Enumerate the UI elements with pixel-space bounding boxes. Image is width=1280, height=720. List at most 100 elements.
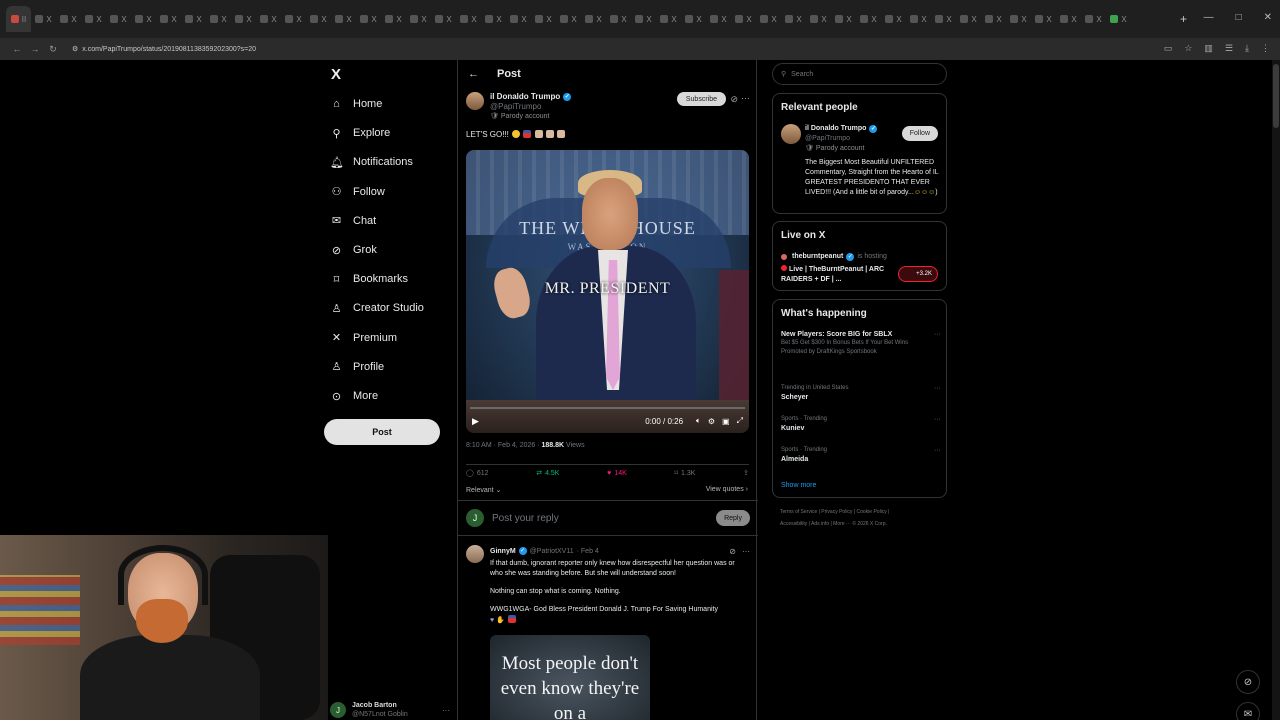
nav-item-follow[interactable]: ⚇ Follow: [330, 182, 385, 202]
browser-tab[interactable]: X: [731, 6, 756, 32]
url-text[interactable]: x.com/PapiTrumpo/status/2019081138359202…: [82, 46, 256, 53]
url-field[interactable]: ⚙ x.com/PapiTrumpo/status/20190811383592…: [72, 45, 256, 54]
comment-handle[interactable]: @PatriotXV11: [530, 548, 574, 555]
browser-tab[interactable]: X: [81, 6, 106, 32]
reply-input[interactable]: Post your reply: [492, 513, 708, 524]
browser-tab[interactable]: X: [806, 6, 831, 32]
play-icon[interactable]: ▶: [472, 416, 479, 427]
grok-floating-button[interactable]: ⊘: [1236, 670, 1260, 694]
trend-item[interactable]: Trending in United States Scheyer ···: [781, 384, 941, 402]
browser-tab[interactable]: X: [131, 6, 156, 32]
sidebar-icon[interactable]: ▥: [1204, 43, 1213, 54]
browser-tab[interactable]: X: [631, 6, 656, 32]
more-icon[interactable]: ···: [934, 330, 941, 339]
live-stream-title[interactable]: Live | TheBurntPeanut | ARC RAIDERS + DF…: [781, 265, 901, 285]
show-more-link[interactable]: Show more: [781, 482, 816, 489]
scrollbar-thumb[interactable]: [1273, 64, 1279, 128]
reply-button[interactable]: ◯ 612: [466, 469, 489, 478]
browser-tab[interactable]: X: [556, 6, 581, 32]
author-handle[interactable]: @PapiTrumpo: [490, 102, 571, 112]
trend-item[interactable]: Sports · Trending Kuniev ···: [781, 415, 941, 433]
browser-tab[interactable]: X: [506, 6, 531, 32]
grok-icon[interactable]: ⊘: [729, 547, 736, 556]
site-info-icon[interactable]: ⚙: [72, 45, 78, 53]
nav-item-explore[interactable]: ⚲ Explore: [330, 123, 390, 143]
star-icon[interactable]: ☆: [1184, 43, 1192, 54]
browser-tab[interactable]: X: [606, 6, 631, 32]
view-quotes-link[interactable]: View quotes ›: [706, 486, 748, 493]
browser-tab[interactable]: X: [381, 6, 406, 32]
x-logo-icon[interactable]: X: [331, 66, 341, 83]
browser-tab[interactable]: X: [256, 6, 281, 32]
browser-tab[interactable]: X: [206, 6, 231, 32]
nav-item-profile[interactable]: ♙ Profile: [330, 357, 385, 377]
follow-button[interactable]: Follow: [901, 126, 938, 141]
nav-item-home[interactable]: ⌂ Home: [330, 94, 382, 114]
minimize-icon[interactable]: —: [1204, 12, 1214, 23]
more-icon[interactable]: ···: [442, 706, 450, 715]
close-icon[interactable]: ✕: [1264, 12, 1272, 23]
live-host[interactable]: theburntpeanut ✓ is hosting: [781, 252, 887, 262]
more-icon[interactable]: ···: [741, 93, 750, 103]
forward-icon[interactable]: →: [26, 44, 44, 54]
repost-button[interactable]: ⇄ 4.5K: [536, 469, 559, 478]
browser-tab[interactable]: X: [706, 6, 731, 32]
comment-date[interactable]: · Feb 4: [577, 548, 599, 555]
browser-tab[interactable]: X: [531, 6, 556, 32]
reply-sort-dropdown[interactable]: Relevant ⌄: [466, 486, 501, 494]
browser-tab[interactable]: X: [931, 6, 956, 32]
nav-item-premium[interactable]: ✕ Premium: [330, 328, 397, 348]
avatar[interactable]: [466, 545, 484, 563]
back-arrow-icon[interactable]: ←: [468, 68, 479, 80]
browser-tab[interactable]: X: [106, 6, 131, 32]
browser-tab[interactable]: X: [1031, 6, 1056, 32]
more-icon[interactable]: ···: [934, 384, 941, 393]
video-player[interactable]: THE WHITE HOUSE WASHINGTON MR. PRESIDENT…: [466, 150, 749, 433]
trend-item[interactable]: Sports · Trending Almeida ···: [781, 446, 941, 464]
footer-line[interactable]: Terms of Service | Privacy Policy | Cook…: [780, 506, 940, 518]
volume-icon[interactable]: 🔈︎: [696, 416, 701, 426]
search-input[interactable]: ⚲ Search: [772, 63, 947, 85]
avatar[interactable]: [781, 124, 801, 144]
video-progress-bar[interactable]: [470, 407, 745, 409]
share-button[interactable]: ⇪: [743, 469, 749, 477]
nav-item-more[interactable]: ⊙ More: [330, 386, 378, 406]
more-icon[interactable]: ···: [934, 415, 941, 424]
nav-item-creator-studio[interactable]: ♙ Creator Studio: [330, 298, 424, 318]
browser-tab[interactable]: X: [456, 6, 481, 32]
trend-item[interactable]: New Players: Score BIG for SBLX Bet $5 Ge…: [781, 330, 941, 357]
browser-tab[interactable]: X: [31, 6, 56, 32]
browser-tab[interactable]: X: [981, 6, 1006, 32]
relevant-person-handle[interactable]: @PapiTrumpo: [805, 134, 877, 144]
nav-item-bookmarks[interactable]: ⌑ Bookmarks: [330, 269, 408, 289]
messages-floating-button[interactable]: ✉: [1236, 702, 1260, 720]
footer-line[interactable]: Accessibility | Ads info | More ··· © 20…: [780, 518, 940, 530]
post-button[interactable]: Post: [324, 419, 440, 445]
browser-tab[interactable]: X: [881, 6, 906, 32]
back-icon[interactable]: ←: [8, 44, 26, 54]
account-switcher[interactable]: J Jacob Barton @N57Lnot Goblin ···: [330, 700, 450, 720]
browser-tab[interactable]: X: [306, 6, 331, 32]
like-button[interactable]: ♥ 14K: [607, 469, 627, 477]
browser-tab[interactable]: X: [331, 6, 356, 32]
browser-tab[interactable]: X: [856, 6, 881, 32]
browser-tab[interactable]: X: [1006, 6, 1031, 32]
more-icon[interactable]: ···: [934, 446, 941, 455]
browser-tab[interactable]: X: [756, 6, 781, 32]
browser-tab[interactable]: X: [406, 6, 431, 32]
listener-count[interactable]: +3.2K: [898, 266, 938, 282]
browser-tab[interactable]: II: [6, 6, 31, 32]
nav-item-chat[interactable]: ✉ Chat: [330, 211, 376, 231]
comment-item[interactable]: GinnyM ✓ @PatriotXV11 · Feb 4 ⊘ ··· If t…: [466, 545, 752, 720]
browser-tab[interactable]: X: [1081, 6, 1106, 32]
browser-tab[interactable]: X: [181, 6, 206, 32]
profile-menu-icon[interactable]: ☰: [1225, 43, 1233, 54]
pip-icon[interactable]: ▣: [722, 417, 730, 426]
settings-icon[interactable]: ⚙: [708, 417, 715, 426]
cast-icon[interactable]: ▭: [1164, 43, 1173, 54]
browser-tab[interactable]: X: [581, 6, 606, 32]
browser-tab[interactable]: X: [56, 6, 81, 32]
downloads-icon[interactable]: ⤓: [1245, 43, 1249, 54]
nav-item-grok[interactable]: ⊘ Grok: [330, 240, 377, 260]
browser-tab[interactable]: X: [831, 6, 856, 32]
